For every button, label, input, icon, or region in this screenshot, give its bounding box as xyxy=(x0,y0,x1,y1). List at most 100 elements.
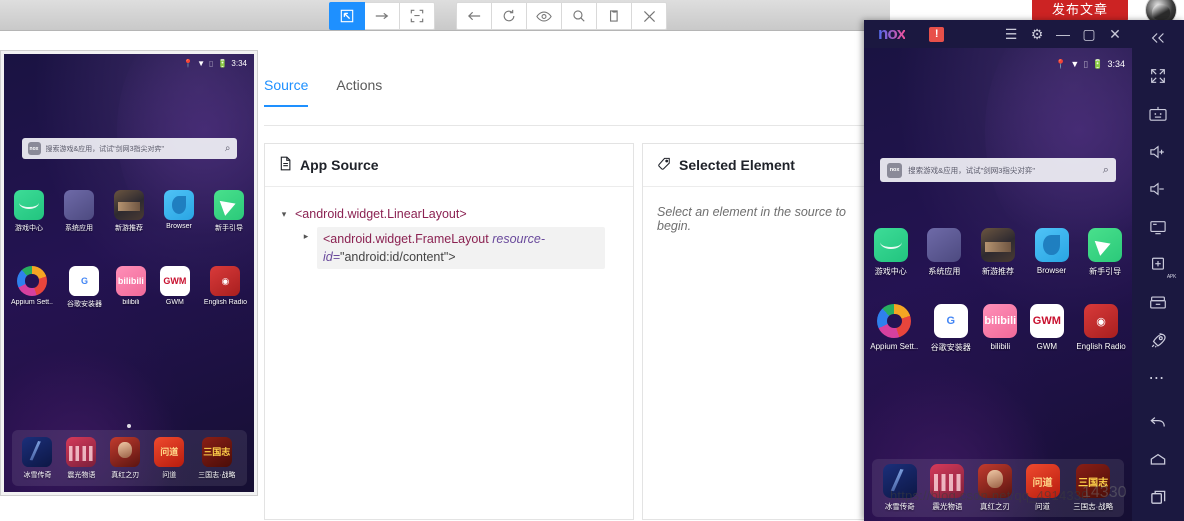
maximize-icon[interactable]: ▢ xyxy=(1076,20,1102,48)
app-item[interactable]: 游戏中心 xyxy=(14,190,44,233)
beginner-guide-icon[interactable] xyxy=(1088,228,1123,262)
wallpaper xyxy=(864,48,1132,521)
system-apps-folder-icon[interactable] xyxy=(64,190,94,220)
tree-node-child-label[interactable]: <android.widget.FrameLayout resource-id=… xyxy=(317,227,605,269)
copy-xml-button[interactable] xyxy=(597,2,632,30)
device-mirror-panel[interactable]: 📍 ▼ ▯ 🔋 3:34 nox 搜索游戏&应用，试试"剑网3指尖对弈" ⌕ 游… xyxy=(0,50,258,496)
shared-folder-icon[interactable] xyxy=(1138,288,1178,317)
chevron-right-icon[interactable]: ▸ xyxy=(301,227,311,245)
app-item[interactable]: 问道 问道 xyxy=(154,436,185,480)
more-options-icon[interactable]: ⋯ xyxy=(1138,364,1178,393)
browser-icon[interactable] xyxy=(1034,228,1069,262)
search-bar[interactable]: nox 搜索游戏&应用，试试"剑网3指尖对弈" ⌕ xyxy=(21,138,237,159)
install-apk-icon[interactable]: APK xyxy=(1138,251,1178,280)
app-label: 游戏中心 xyxy=(15,225,43,232)
close-icon[interactable]: ✕ xyxy=(1102,20,1128,48)
app-item[interactable]: Browser xyxy=(164,190,194,233)
warning-badge-icon[interactable]: ! xyxy=(929,26,945,42)
app-label: 谷歌安装器 xyxy=(66,301,102,308)
bingxue-chuanqi-icon[interactable] xyxy=(22,436,53,467)
app-item[interactable]: bilibili bilibili xyxy=(983,304,1018,353)
app-item[interactable]: 冰雪传奇 xyxy=(22,436,53,480)
settings-gear-icon[interactable]: ⚙ xyxy=(1024,20,1050,48)
search-bar[interactable]: nox 搜索游戏&应用，试试"剑网3指尖对弈" ⌕ xyxy=(880,158,1116,182)
collapse-sidebar-icon[interactable] xyxy=(1138,24,1178,53)
wendao-icon[interactable]: 问道 xyxy=(154,436,185,467)
volume-down-icon[interactable] xyxy=(1138,175,1178,204)
appium-settings-icon[interactable] xyxy=(877,304,912,338)
nox-device-screen[interactable]: 📍 ▼ ▯ 🔋 3:34 nox 搜索游戏&应用，试试"剑网3指尖对弈" ⌕ 游… xyxy=(864,48,1132,521)
tree-node-root-label[interactable]: <android.widget.LinearLayout> xyxy=(295,205,467,223)
tab-source[interactable]: Source xyxy=(264,77,309,107)
swipe-tool[interactable] xyxy=(365,2,400,30)
bilibili-icon[interactable]: bilibili xyxy=(983,304,1018,338)
app-item[interactable]: bilibili bilibili xyxy=(115,266,146,309)
select-element-tool[interactable] xyxy=(329,2,365,30)
boost-rocket-icon[interactable] xyxy=(1138,326,1178,355)
search-button[interactable] xyxy=(562,2,597,30)
android-back-icon[interactable] xyxy=(1138,408,1178,437)
app-item[interactable]: Appium Sett.. xyxy=(870,304,918,353)
app-item[interactable]: 新手引导 xyxy=(214,190,244,233)
beginner-guide-icon[interactable] xyxy=(214,190,244,220)
app-item[interactable]: 新游推荐 xyxy=(980,228,1015,277)
new-games-icon[interactable] xyxy=(114,190,144,220)
appium-settings-icon[interactable] xyxy=(16,266,47,296)
keyboard-mapping-icon[interactable] xyxy=(1138,100,1178,129)
gwm-icon[interactable]: GWM xyxy=(1029,304,1064,338)
app-item[interactable]: 新游推荐 xyxy=(114,190,144,233)
bilibili-icon[interactable]: bilibili xyxy=(115,266,146,296)
app-item[interactable]: GWM GWM xyxy=(159,266,190,309)
english-radio-icon[interactable]: ◉ xyxy=(210,266,241,296)
back-button[interactable] xyxy=(456,2,492,30)
game-center-icon[interactable] xyxy=(873,228,908,262)
game-center-icon[interactable] xyxy=(14,190,44,220)
app-item[interactable]: G 谷歌安装器 xyxy=(931,304,971,353)
app-item[interactable]: Browser xyxy=(1034,228,1069,277)
app-item[interactable]: 新手引导 xyxy=(1088,228,1123,277)
quit-session-button[interactable] xyxy=(632,2,667,30)
android-home-icon[interactable] xyxy=(1138,445,1178,474)
tab-actions[interactable]: Actions xyxy=(336,77,382,107)
app-item[interactable]: 震光物语 xyxy=(66,436,97,480)
new-games-icon[interactable] xyxy=(980,228,1015,262)
browser-icon[interactable] xyxy=(164,190,194,220)
gwm-icon[interactable]: GWM xyxy=(159,266,190,296)
app-item[interactable]: G 谷歌安装器 xyxy=(67,266,102,309)
english-radio-icon[interactable]: ◉ xyxy=(1084,304,1119,338)
volume-up-icon[interactable] xyxy=(1138,137,1178,166)
magnifier-icon[interactable]: ⌕ xyxy=(225,143,231,154)
minimize-icon[interactable]: — xyxy=(1050,20,1076,48)
chevron-down-icon[interactable]: ▾ xyxy=(279,205,289,223)
refresh-source-button[interactable] xyxy=(492,2,527,30)
tree-node-child[interactable]: ▸ <android.widget.FrameLayout resource-i… xyxy=(301,227,619,269)
app-item[interactable]: Appium Sett.. xyxy=(11,266,53,309)
zhenguang-wuyu-icon[interactable] xyxy=(66,436,97,467)
google-installer-icon[interactable]: G xyxy=(933,304,968,338)
app-item[interactable]: ◉ English Radio xyxy=(1076,304,1126,353)
screenshot-icon[interactable] xyxy=(1138,213,1178,242)
fullscreen-icon[interactable] xyxy=(1138,62,1178,91)
app-item[interactable]: 系统应用 xyxy=(927,228,962,277)
zhenhong-zhiren-icon[interactable] xyxy=(110,436,141,467)
system-apps-folder-icon[interactable] xyxy=(927,228,962,262)
app-item[interactable]: 游戏中心 xyxy=(873,228,908,277)
tree-child-tag: <android.widget.FrameLayout xyxy=(323,232,493,246)
app-item[interactable]: GWM GWM xyxy=(1029,304,1064,353)
app-item[interactable]: ◉ English Radio xyxy=(204,266,247,309)
app-item[interactable]: 系统应用 xyxy=(64,190,94,233)
selected-element-card: Selected Element Select an element in th… xyxy=(642,143,892,520)
publish-article-button[interactable]: 发布文章 xyxy=(1032,0,1128,22)
tree-node-root[interactable]: ▾ <android.widget.LinearLayout> xyxy=(279,205,619,223)
app-label: 三国志·战略 xyxy=(198,471,236,479)
document-icon xyxy=(279,156,292,174)
app-item[interactable]: 三国志三国志·战略 xyxy=(198,436,236,480)
start-recording-button[interactable] xyxy=(527,2,562,30)
device-screen[interactable]: 📍 ▼ ▯ 🔋 3:34 nox 搜索游戏&应用，试试"剑网3指尖对弈" ⌕ 游… xyxy=(4,54,254,492)
magnifier-icon[interactable]: ⌕ xyxy=(1103,164,1109,177)
menu-icon[interactable]: ☰ xyxy=(998,20,1024,48)
app-item[interactable]: 真红之刃 xyxy=(110,436,141,480)
sanguozhi-zhanlue-icon[interactable]: 三国志 xyxy=(201,436,232,467)
google-installer-icon[interactable]: G xyxy=(69,266,100,296)
tap-by-coordinates-tool[interactable] xyxy=(400,2,435,30)
